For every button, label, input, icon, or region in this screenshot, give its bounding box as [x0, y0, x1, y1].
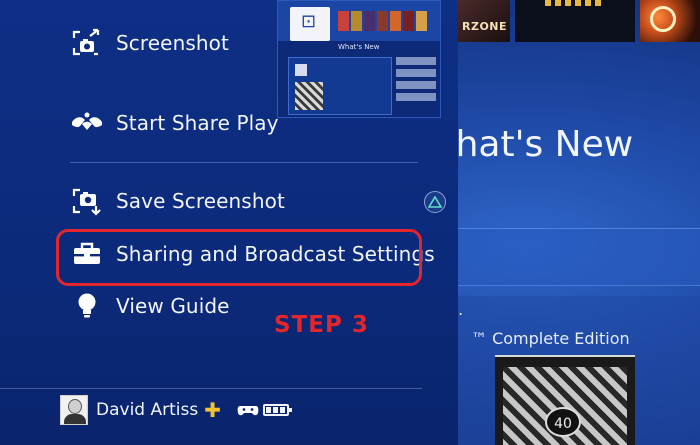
- playstation-plus-icon: ✚: [204, 398, 221, 422]
- playstation-logo-icon: [290, 7, 330, 41]
- menu-item-label: Start Share Play: [116, 111, 279, 135]
- preview-tile: [377, 11, 388, 31]
- content-band: [440, 228, 700, 286]
- avatar-body: [64, 414, 86, 424]
- preview-line: [396, 81, 436, 89]
- step-annotation: STEP 3: [274, 312, 369, 338]
- preview-card-art: [295, 82, 323, 110]
- game-tile-warzone[interactable]: RZONE: [458, 0, 510, 42]
- tile-stripes: [545, 0, 605, 6]
- preview-tile: [364, 11, 375, 31]
- avatar-face: [68, 399, 82, 414]
- user-bar-divider: [0, 388, 422, 389]
- preview-line: [396, 57, 436, 65]
- preview-side-list: [396, 57, 436, 115]
- screenshot-share-icon: [70, 28, 104, 58]
- preview-card-icon: [295, 64, 307, 76]
- lightbulb-icon: [70, 291, 104, 321]
- triangle-button-icon: [424, 191, 446, 213]
- menu-item-screenshot[interactable]: Screenshot: [70, 28, 229, 58]
- game-tile-dark[interactable]: [515, 0, 635, 42]
- preview-tile: [403, 11, 414, 31]
- share-play-icon: [70, 108, 104, 138]
- game-tile-destiny[interactable]: [640, 0, 700, 42]
- menu-item-view-guide[interactable]: View Guide: [70, 291, 230, 321]
- battery-cell: [265, 407, 271, 413]
- save-screenshot-icon: [70, 186, 104, 216]
- preview-line: [396, 69, 436, 77]
- preview-tile: [338, 11, 349, 31]
- background-edition-text: ™ Complete Edition: [471, 329, 630, 348]
- menu-item-save-screenshot[interactable]: Save Screenshot: [70, 186, 285, 216]
- game-tile-label: RZONE: [462, 20, 508, 33]
- menu-item-label: Save Screenshot: [116, 189, 285, 213]
- preview-caption: What's New: [338, 43, 380, 51]
- user-bar: David Artiss ✚: [60, 393, 292, 427]
- menu-item-label: View Guide: [116, 294, 230, 318]
- game-art[interactable]: 40: [495, 355, 635, 445]
- preview-tile: [390, 11, 401, 31]
- destiny-glyph-icon: [650, 6, 676, 32]
- battery-icon: [262, 404, 292, 416]
- battery-cell: [272, 407, 278, 413]
- menu-item-start-share-play[interactable]: Start Share Play: [70, 108, 279, 138]
- preview-line: [396, 93, 436, 101]
- menu-divider: [70, 162, 418, 163]
- preview-tile: [416, 11, 427, 31]
- battery-cell: [279, 407, 285, 413]
- screenshot-preview: What's New: [277, 0, 441, 118]
- menu-item-label: Screenshot: [116, 31, 229, 55]
- user-name: David Artiss: [96, 400, 199, 420]
- step-highlight-box: [56, 229, 422, 286]
- preview-card: [288, 57, 392, 115]
- controller-icon: [237, 403, 259, 417]
- avatar[interactable]: [60, 395, 88, 425]
- game-art-number: 40: [545, 407, 581, 437]
- preview-tile: [351, 11, 362, 31]
